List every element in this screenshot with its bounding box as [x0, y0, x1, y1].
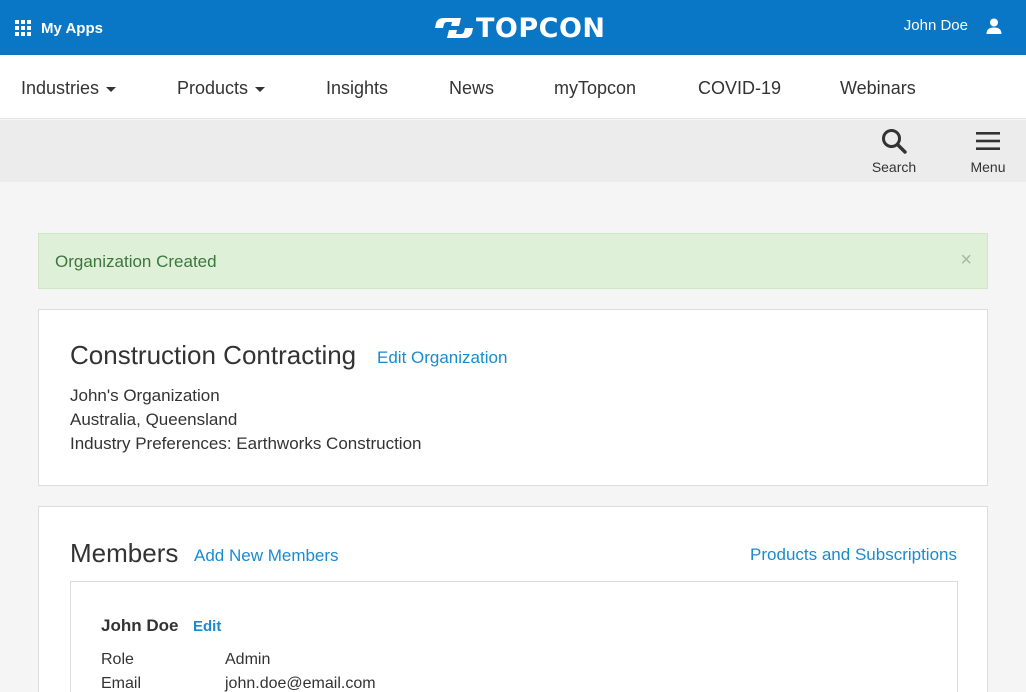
- search-button[interactable]: Search: [871, 128, 917, 175]
- logo-text: TOPCON: [476, 12, 606, 44]
- nav-item-label: Industries: [21, 78, 100, 98]
- success-alert: Organization Created ×: [38, 233, 988, 289]
- organization-industry: Industry Preferences: Earthworks Constru…: [70, 434, 422, 453]
- nav-item-mytopcon[interactable]: myTopcon: [554, 78, 636, 99]
- menu-label: Menu: [970, 159, 1006, 175]
- nav-item-label: Insights: [326, 78, 389, 98]
- user-name: John Doe: [903, 17, 968, 34]
- email-value: john.doe@email.com: [225, 675, 376, 692]
- nav-item-label: myTopcon: [554, 78, 637, 98]
- role-label: Role: [101, 651, 134, 668]
- user-menu[interactable]: John Doe: [904, 17, 1002, 34]
- member-name: John Doe: [101, 616, 179, 635]
- email-label: Email: [101, 675, 142, 692]
- main-nav: Industries Products Insights News myTopc…: [0, 55, 1026, 119]
- user-icon: [986, 18, 1002, 34]
- topcon-logo[interactable]: TOPCON: [434, 12, 606, 44]
- nav-item-label: COVID-19: [698, 78, 782, 98]
- nav-item-covid-19[interactable]: COVID-19: [698, 78, 781, 99]
- grid-icon: [15, 20, 31, 36]
- edit-member-link[interactable]: Edit: [193, 618, 221, 635]
- my-apps-label: My Apps: [41, 19, 103, 37]
- nav-item-news[interactable]: News: [449, 78, 494, 99]
- nav-item-insights[interactable]: Insights: [326, 78, 388, 99]
- caret-down-icon: [255, 87, 266, 92]
- organization-name: Construction Contracting: [70, 340, 357, 370]
- member-item: John Doe Edit Role Admin Email john.doe@…: [70, 581, 958, 692]
- alert-message: Organization Created: [55, 252, 217, 271]
- organization-card: Construction Contracting Edit Organizati…: [38, 309, 988, 486]
- menu-button[interactable]: Menu: [967, 128, 1009, 175]
- organization-owner: John's Organization: [70, 386, 220, 405]
- logo-mark-icon: [435, 18, 473, 38]
- members-title: Members: [70, 538, 179, 568]
- nav-item-webinars[interactable]: Webinars: [840, 78, 916, 99]
- close-icon[interactable]: ×: [960, 250, 972, 270]
- my-apps-button[interactable]: My Apps: [15, 19, 103, 37]
- nav-item-label: Webinars: [840, 78, 916, 98]
- search-label: Search: [871, 159, 917, 175]
- top-bar: My Apps TOPCON John Doe: [0, 0, 1026, 55]
- caret-down-icon: [106, 87, 117, 92]
- nav-item-label: News: [449, 78, 495, 98]
- nav-item-industries[interactable]: Industries: [21, 78, 117, 99]
- nav-item-label: Products: [177, 78, 249, 98]
- add-new-members-link[interactable]: Add New Members: [194, 546, 339, 566]
- search-icon: [882, 129, 907, 154]
- hamburger-menu-icon: [976, 132, 1000, 150]
- nav-item-products[interactable]: Products: [177, 78, 266, 99]
- products-and-subscriptions-link[interactable]: Products and Subscriptions: [750, 545, 957, 565]
- members-card: Members Add New Members Products and Sub…: [38, 506, 988, 692]
- organization-location: Australia, Queensland: [70, 410, 238, 429]
- role-value: Admin: [225, 651, 271, 668]
- edit-organization-link[interactable]: Edit Organization: [377, 348, 507, 368]
- utility-bar: Search Menu: [0, 120, 1026, 182]
